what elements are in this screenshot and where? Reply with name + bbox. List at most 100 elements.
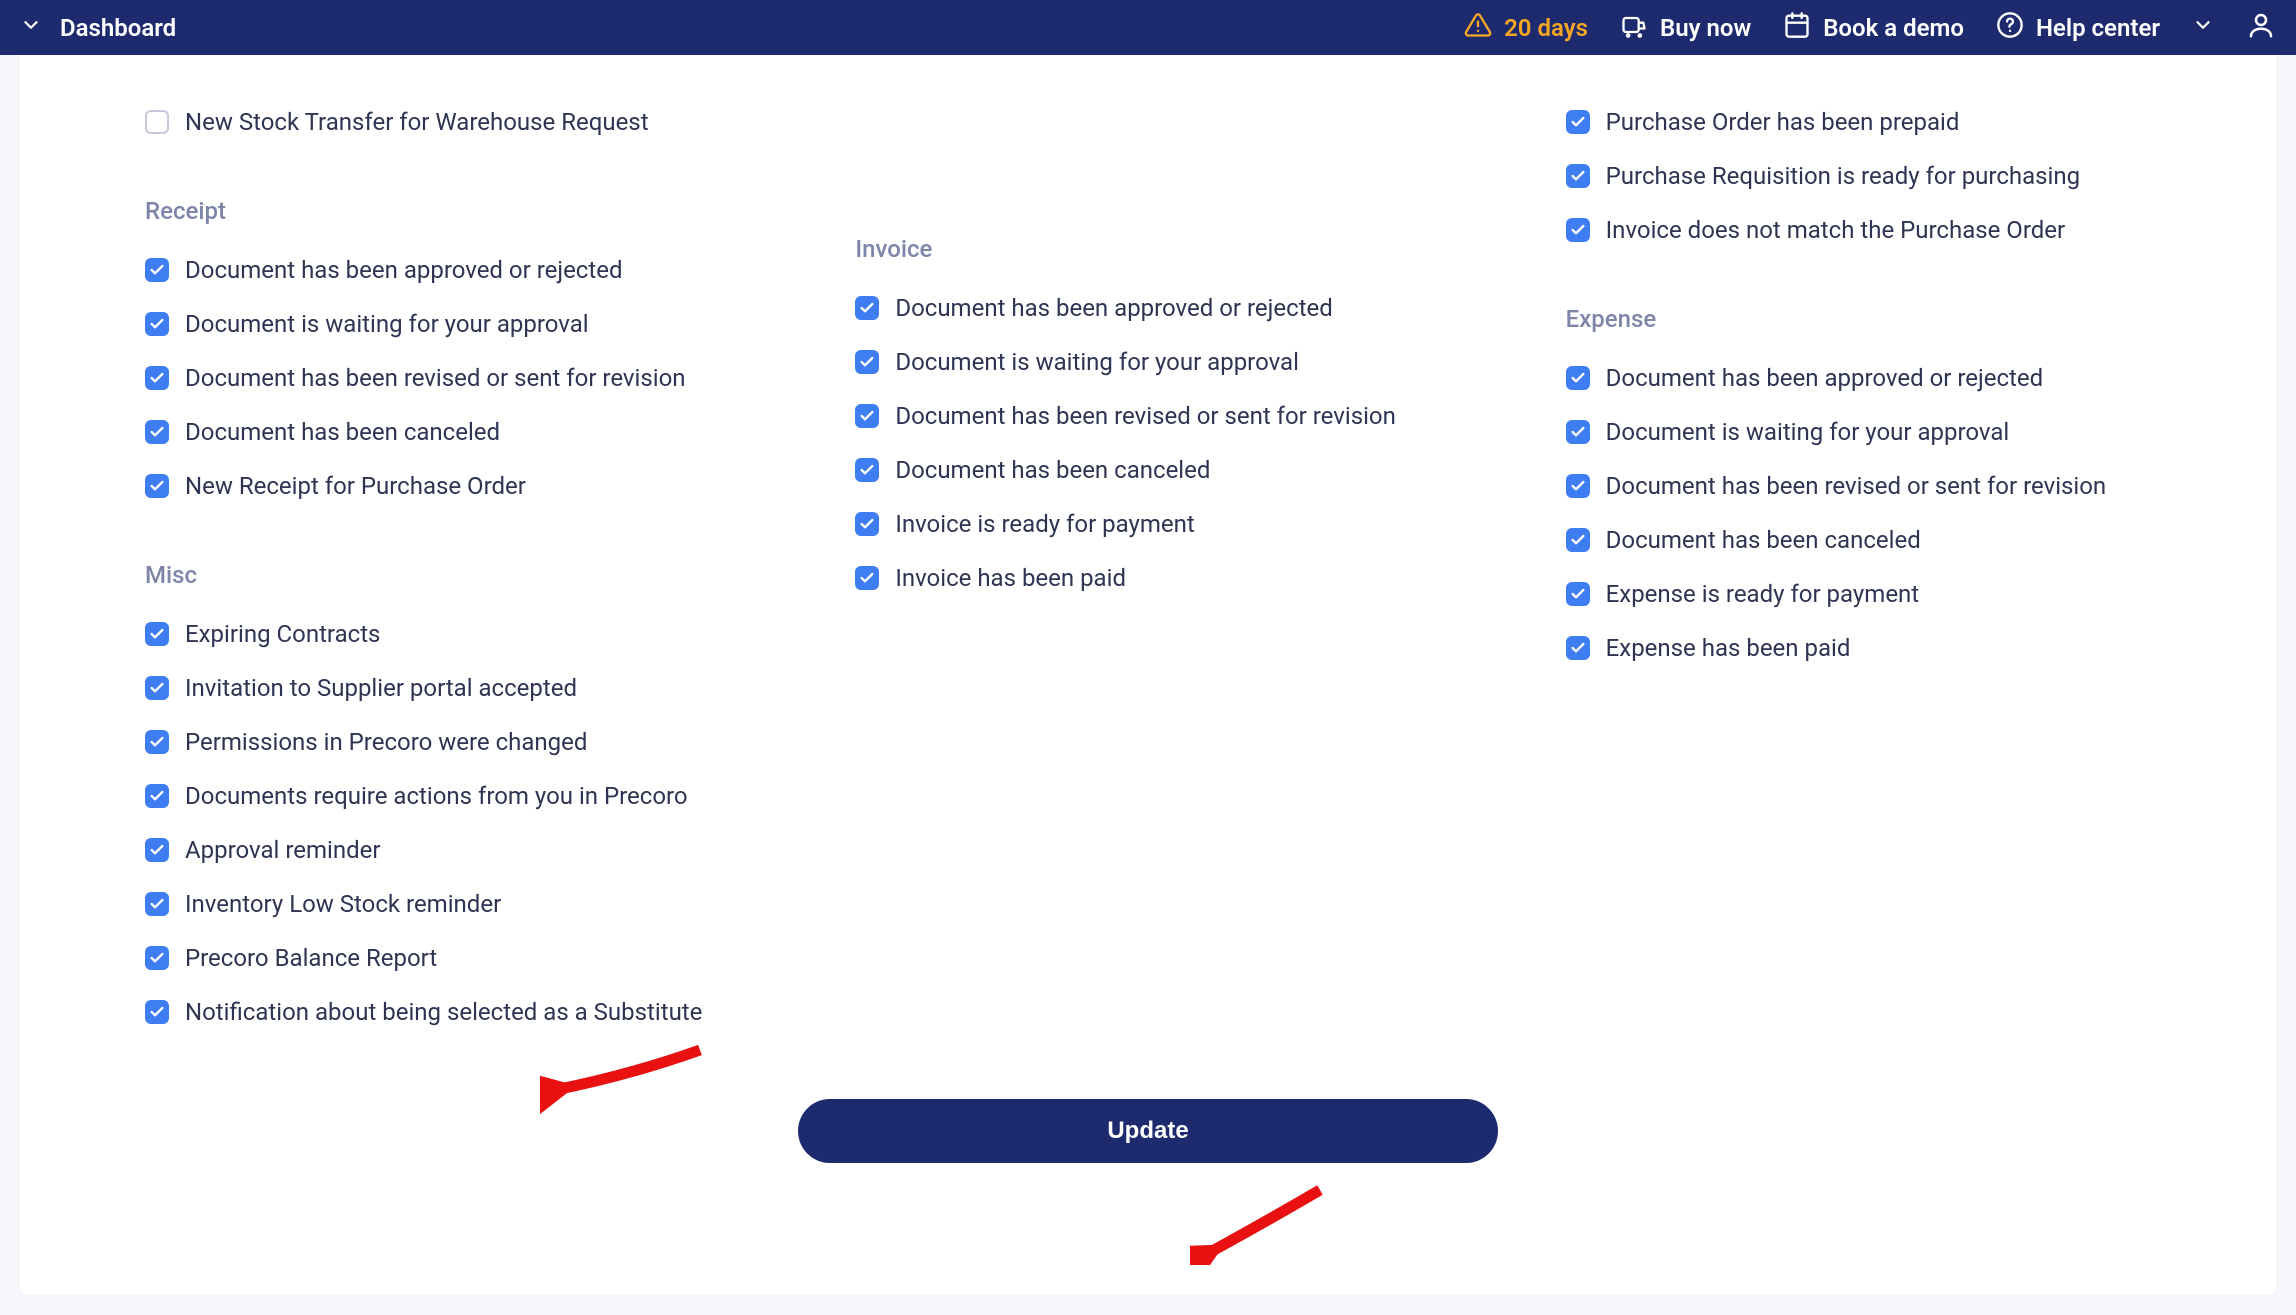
checkbox-row: Expense has been paid — [1566, 621, 2236, 675]
checkbox-label: Purchase Requisition is ready for purcha… — [1606, 162, 2080, 190]
section-title-invoice: Invoice — [855, 235, 1525, 263]
checkbox-row: Notification about being selected as a S… — [145, 985, 815, 1039]
checkbox-row: Purchase Order has been prepaid — [1566, 95, 2236, 149]
buy-now-link[interactable]: Buy now — [1620, 11, 1751, 45]
checkbox[interactable] — [855, 512, 879, 536]
checkbox-label: Approval reminder — [185, 836, 380, 864]
checkbox[interactable] — [145, 730, 169, 754]
checkbox[interactable] — [1566, 582, 1590, 606]
purchase-section: Purchase Order has been prepaid Purchase … — [1566, 95, 2236, 257]
checkbox-label: Expense is ready for payment — [1606, 580, 1920, 608]
checkbox-label: Document has been canceled — [185, 418, 500, 446]
checkbox[interactable] — [145, 784, 169, 808]
checkbox-row: Document has been approved or rejected — [855, 281, 1525, 335]
checkbox-row: Inventory Low Stock reminder — [145, 877, 815, 931]
stock-transfer-section: New Stock Transfer for Warehouse Request — [145, 95, 815, 149]
annotation-arrow-icon — [1190, 1185, 1360, 1269]
checkbox-label: Document has been canceled — [1606, 526, 1921, 554]
checkbox[interactable] — [1566, 528, 1590, 552]
checkbox-row: Documents require actions from you in Pr… — [145, 769, 815, 823]
checkbox-label: Document is waiting for your approval — [185, 310, 589, 338]
checkbox-label: Inventory Low Stock reminder — [185, 890, 501, 918]
checkbox[interactable] — [1566, 420, 1590, 444]
checkbox[interactable] — [145, 838, 169, 862]
checkbox-label: New Receipt for Purchase Order — [185, 472, 526, 500]
checkbox-label: Document has been approved or rejected — [895, 294, 1332, 322]
checkbox[interactable] — [145, 946, 169, 970]
annotation-arrow-icon — [540, 1035, 710, 1119]
checkbox-row: Invoice has been paid — [855, 551, 1525, 605]
checkbox[interactable] — [145, 622, 169, 646]
section-title-misc: Misc — [145, 561, 815, 589]
section-title-expense: Expense — [1566, 305, 2236, 333]
checkbox[interactable] — [1566, 110, 1590, 134]
checkbox[interactable] — [145, 420, 169, 444]
update-button[interactable]: Update — [798, 1099, 1498, 1163]
checkbox[interactable] — [855, 350, 879, 374]
checkbox[interactable] — [145, 312, 169, 336]
checkbox[interactable] — [1566, 366, 1590, 390]
book-demo-link[interactable]: Book a demo — [1783, 11, 1964, 45]
checkbox-row: Document is waiting for your approval — [145, 297, 815, 351]
checkbox[interactable] — [1566, 636, 1590, 660]
page-title[interactable]: Dashboard — [60, 14, 176, 42]
checkbox-label: Documents require actions from you in Pr… — [185, 782, 688, 810]
checkbox-label: Expiring Contracts — [185, 620, 380, 648]
checkbox-label: New Stock Transfer for Warehouse Request — [185, 108, 649, 136]
checkbox-row: Invitation to Supplier portal accepted — [145, 661, 815, 715]
checkbox-label: Document is waiting for your approval — [1606, 418, 2010, 446]
checkbox[interactable] — [855, 458, 879, 482]
checkbox-row: Document has been canceled — [1566, 513, 2236, 567]
checkbox[interactable] — [855, 404, 879, 428]
checkbox-label: Invoice does not match the Purchase Orde… — [1606, 216, 2065, 244]
warning-icon — [1464, 11, 1492, 45]
chevron-down-icon[interactable] — [2192, 14, 2214, 42]
checkbox-label: Document has been canceled — [895, 456, 1210, 484]
user-icon[interactable] — [2246, 10, 2276, 46]
checkbox-label: Precoro Balance Report — [185, 944, 437, 972]
checkbox-row: Document is waiting for your approval — [1566, 405, 2236, 459]
checkbox-label: Document is waiting for your approval — [895, 348, 1299, 376]
checkbox-label: Document has been approved or rejected — [185, 256, 622, 284]
checkbox-label: Document has been revised or sent for re… — [1606, 472, 2107, 500]
checkbox-row: Document has been canceled — [855, 443, 1525, 497]
checkbox-row: Permissions in Precoro were changed — [145, 715, 815, 769]
checkbox[interactable] — [855, 296, 879, 320]
checkbox-label: Notification about being selected as a S… — [185, 998, 702, 1026]
trial-warning[interactable]: 20 days — [1464, 11, 1588, 45]
checkbox-row: Precoro Balance Report — [145, 931, 815, 985]
checkbox-row: Document has been revised or sent for re… — [855, 389, 1525, 443]
checkbox-label: Expense has been paid — [1606, 634, 1851, 662]
checkbox-row: Invoice is ready for payment — [855, 497, 1525, 551]
checkbox[interactable] — [1566, 164, 1590, 188]
checkbox-row: Expiring Contracts — [145, 607, 815, 661]
calendar-icon — [1783, 11, 1811, 45]
checkbox-row: Expense is ready for payment — [1566, 567, 2236, 621]
checkbox-row: Document has been canceled — [145, 405, 815, 459]
help-center-link[interactable]: Help center — [1996, 11, 2160, 45]
checkbox[interactable] — [855, 566, 879, 590]
checkbox[interactable] — [145, 366, 169, 390]
checkbox[interactable] — [145, 110, 169, 134]
checkbox[interactable] — [145, 258, 169, 282]
checkbox[interactable] — [145, 892, 169, 916]
checkbox-row: New Stock Transfer for Warehouse Request — [145, 95, 815, 149]
checkbox-row: Invoice does not match the Purchase Orde… — [1566, 203, 2236, 257]
checkbox[interactable] — [145, 676, 169, 700]
checkbox[interactable] — [145, 474, 169, 498]
checkbox-label: Invitation to Supplier portal accepted — [185, 674, 577, 702]
settings-card: New Stock Transfer for Warehouse Request… — [20, 55, 2276, 1295]
checkbox-row: Approval reminder — [145, 823, 815, 877]
checkbox-row: Document is waiting for your approval — [855, 335, 1525, 389]
checkbox[interactable] — [1566, 218, 1590, 242]
checkbox[interactable] — [145, 1000, 169, 1024]
checkbox-row: Purchase Requisition is ready for purcha… — [1566, 149, 2236, 203]
checkbox[interactable] — [1566, 474, 1590, 498]
checkbox-label: Invoice has been paid — [895, 564, 1126, 592]
checkbox-label: Invoice is ready for payment — [895, 510, 1194, 538]
chevron-down-icon[interactable] — [20, 14, 42, 42]
checkbox-row: Document has been approved or rejected — [145, 243, 815, 297]
section-title-receipt: Receipt — [145, 197, 815, 225]
checkbox-row: New Receipt for Purchase Order — [145, 459, 815, 513]
checkbox-row: Document has been revised or sent for re… — [145, 351, 815, 405]
